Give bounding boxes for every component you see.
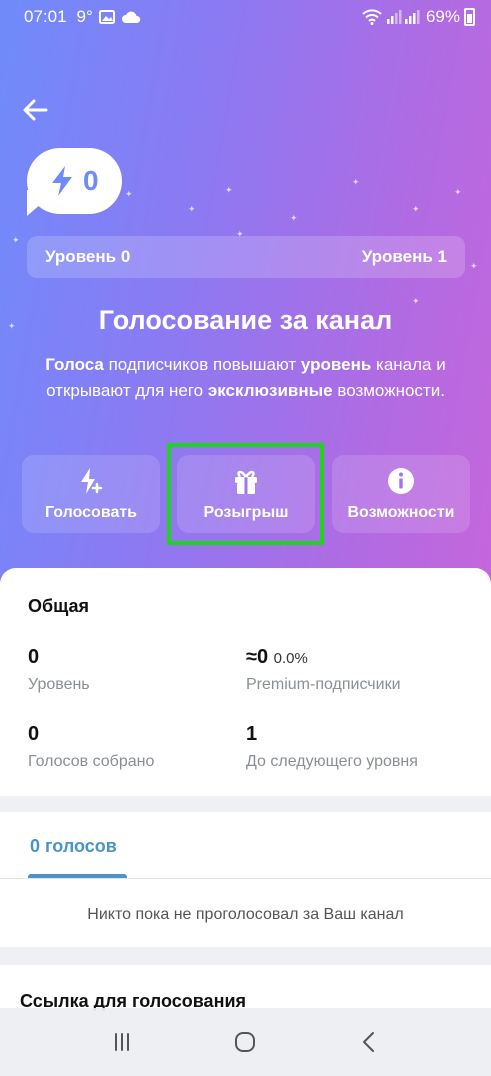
boost-count-badge: 0 [27,148,122,214]
giveaway-button-label: Розыгрыш [203,504,289,521]
stat-next-level-value: 1 [246,723,258,745]
sparkle-decoration: ✦ [470,261,478,271]
tab-boosts[interactable]: 0 голосов [30,836,117,857]
overview-title: Общая [28,596,90,616]
gift-icon [235,470,257,494]
stat-level-value: 0 [28,646,40,668]
divider [0,878,491,879]
empty-boosts-message: Никто пока не проголосовал за Ваш канал [87,906,404,923]
features-button-label: Возможности [347,504,455,521]
sparkle-decoration: ✦ [125,189,133,199]
stat-premium-value: ≈0 0.0% [246,646,308,668]
sparkle-decoration: ✦ [12,235,20,245]
wifi-icon [362,9,382,25]
giveaway-button[interactable]: Розыгрыш [177,455,315,533]
sparkle-decoration: ✦ [188,204,196,214]
sparkle-decoration: ✦ [454,187,462,197]
status-temperature: 9° [76,7,93,26]
boosts-list-card: 0 голосов Никто пока не проголосовал за … [0,812,491,947]
cloud-icon [121,11,141,23]
status-bar: 07:01 9° 69% [0,0,491,34]
stat-next-level-label: До следующего уровня [246,753,418,770]
stat-boosts-value: 0 [28,723,40,745]
level-progress-bar: Уровень 0 Уровень 1 [27,236,465,278]
stat-premium-label: Premium-подписчики [246,676,401,693]
lightning-icon [52,166,72,196]
stat-level-label: Уровень [28,676,90,693]
battery-icon [464,8,475,26]
info-icon [388,468,414,494]
recent-apps-icon[interactable] [108,1028,136,1056]
sparkle-decoration: ✦ [352,177,360,187]
boost-count: 0 [83,165,99,196]
sparkle-decoration: ✦ [412,204,420,214]
boost-button-label: Голосовать [44,504,138,521]
boost-icon [81,468,103,494]
sparkle-decoration: ✦ [225,185,233,195]
arrow-left-icon [23,99,48,121]
signal-icon [404,10,420,24]
battery-percent: 69% [425,7,460,26]
overview-card: Общая 0 Уровень ≈0 0.0% Premium-подписчи… [0,568,491,796]
level-current-label: Уровень 0 [45,247,131,266]
page-title: Голосование за канал [98,305,393,335]
status-time: 07:01 [24,7,67,26]
sparkle-decoration: ✦ [290,213,298,223]
level-next-label: Уровень 1 [361,247,447,266]
image-icon [98,10,115,24]
boost-description: Голоса подписчиков повышают уровень кана… [45,355,446,400]
home-icon[interactable] [231,1028,259,1056]
back-button[interactable] [18,92,54,128]
system-nav-bar [0,1008,491,1076]
signal-icon [386,10,402,24]
stat-boosts-label: Голосов собрано [28,753,155,770]
back-icon[interactable] [355,1028,383,1056]
stat-premium-percent: 0.0% [273,650,308,667]
features-button[interactable]: Возможности [332,455,470,533]
boost-button[interactable]: Голосовать [22,455,160,533]
